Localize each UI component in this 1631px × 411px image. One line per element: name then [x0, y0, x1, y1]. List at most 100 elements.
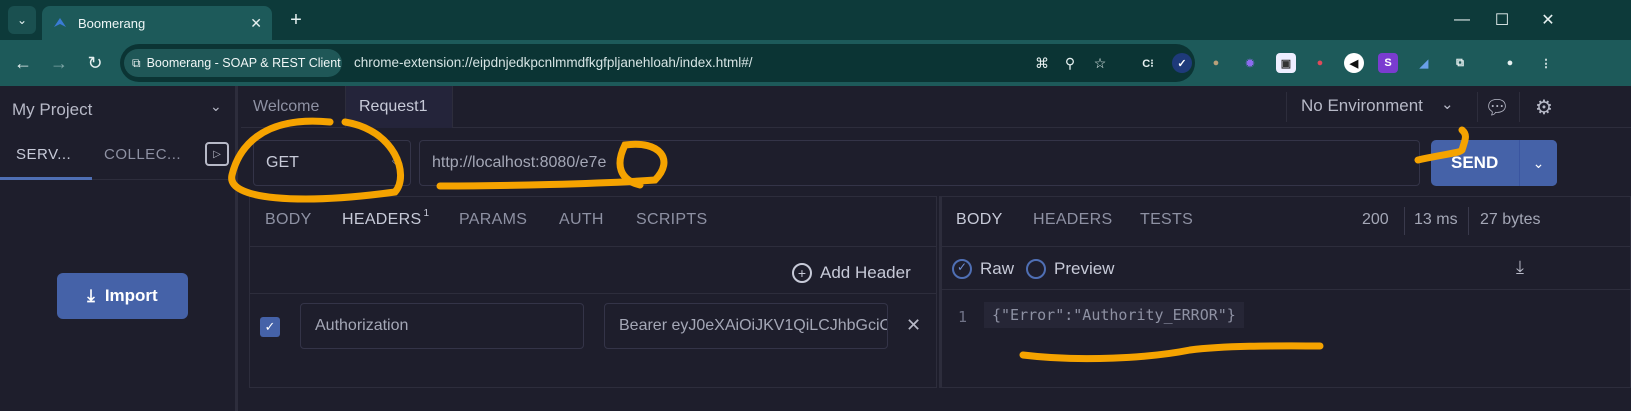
- extension-boomerang-icon[interactable]: ◢: [1414, 53, 1434, 73]
- extension-puzzle-icon: ⧉: [132, 55, 141, 70]
- raw-radio[interactable]: [952, 259, 972, 279]
- send-options-chevron-icon[interactable]: ⌄: [1519, 140, 1557, 186]
- site-info-chip[interactable]: ⧉ Boomerang - SOAP & REST Client: [124, 49, 342, 77]
- extension-check-icon[interactable]: ✓: [1172, 53, 1192, 73]
- divider: [1519, 92, 1520, 122]
- tab-headers[interactable]: HEADERS 1: [342, 208, 430, 229]
- download-icon[interactable]: ⤓: [1516, 257, 1524, 278]
- boomerang-app: My Project ⌄ SERV... COLLEC... ▷ ⤓ Impor…: [0, 86, 1631, 411]
- tab-response-body[interactable]: BODY: [956, 211, 1003, 229]
- remove-header-icon[interactable]: ✕: [906, 315, 921, 336]
- extension-square-icon[interactable]: ▣: [1276, 53, 1296, 73]
- url-text: chrome-extension://eipdnjedkpcnlmmdfkgfp…: [354, 55, 753, 70]
- tab-welcome[interactable]: Welcome: [253, 98, 319, 116]
- status-code: 200: [1362, 211, 1389, 228]
- response-subtabs: BODY HEADERS TESTS 200 13 ms 27 bytes: [942, 197, 1630, 247]
- translate-icon[interactable]: ⌘: [1032, 53, 1052, 73]
- import-label: Import: [104, 286, 158, 305]
- site-chip-label: Boomerang - SOAP & REST Client: [146, 56, 341, 70]
- settings-gear-icon[interactable]: ⚙: [1529, 92, 1559, 122]
- request-subtabs: BODY HEADERS 1 PARAMS AUTH SCRIPTS: [250, 197, 936, 247]
- tab-params[interactable]: PARAMS: [459, 211, 527, 229]
- request-url-text: http://localhost:8080/e7e: [432, 154, 607, 171]
- divider: [1286, 92, 1287, 122]
- add-header-label: Add Header: [820, 263, 911, 282]
- tab-scripts[interactable]: SCRIPTS: [636, 211, 707, 229]
- extension-c-icon[interactable]: C⁝: [1138, 53, 1158, 73]
- header-value-input[interactable]: Bearer eyJ0eXAiOiJKV1QiLCJhbGciOiJIUzI1N…: [604, 303, 888, 349]
- preview-label[interactable]: Preview: [1054, 259, 1114, 279]
- sidebar: My Project ⌄ SERV... COLLEC... ▷ ⤓ Impor…: [0, 86, 238, 411]
- sidebar-tabs: SERV... COLLEC... ▷: [0, 128, 238, 180]
- new-tab-icon[interactable]: +: [284, 8, 308, 32]
- profile-icon[interactable]: ●: [1500, 53, 1520, 73]
- response-body-text: {"Error":"Authority_ERROR"}: [984, 302, 1244, 328]
- header-key-input[interactable]: Authorization: [300, 303, 584, 349]
- maximize-icon[interactable]: ☐: [1490, 8, 1514, 32]
- divider: [1404, 207, 1405, 235]
- request-panel: BODY HEADERS 1 PARAMS AUTH SCRIPTS + Add …: [249, 196, 937, 388]
- close-window-icon[interactable]: ✕: [1536, 8, 1560, 32]
- request-url-input[interactable]: http://localhost:8080/e7e: [419, 140, 1420, 186]
- extension-s-icon[interactable]: S: [1378, 53, 1398, 73]
- minimize-icon[interactable]: —: [1450, 8, 1474, 32]
- add-header-button[interactable]: + Add Header: [792, 263, 911, 283]
- tab-collections[interactable]: COLLEC...: [104, 146, 181, 163]
- raw-label[interactable]: Raw: [980, 259, 1014, 279]
- bookmark-star-icon[interactable]: ☆: [1090, 53, 1110, 73]
- import-button[interactable]: ⤓ Import: [57, 273, 188, 319]
- method-select[interactable]: GET ◇: [253, 140, 411, 186]
- response-time: 13 ms: [1414, 211, 1458, 228]
- header-key-text: Authorization: [315, 317, 409, 334]
- reload-icon[interactable]: ↻: [82, 50, 108, 76]
- browser-menu-icon[interactable]: ⋮: [1536, 53, 1556, 73]
- project-selector[interactable]: My Project: [12, 100, 92, 120]
- environment-selector[interactable]: No Environment: [1301, 96, 1423, 116]
- forward-icon[interactable]: →: [46, 50, 72, 76]
- address-bar[interactable]: ⧉ Boomerang - SOAP & REST Client chrome-…: [120, 44, 1195, 82]
- import-icon: ⤓: [87, 286, 95, 305]
- tab-auth[interactable]: AUTH: [559, 211, 604, 229]
- tab-search-chevron-icon[interactable]: ⌄: [8, 6, 36, 34]
- zoom-icon[interactable]: ⚲: [1060, 53, 1080, 73]
- tab-response-tests[interactable]: TESTS: [1140, 211, 1193, 229]
- tab-services[interactable]: SERV...: [16, 146, 71, 163]
- extension-arrow-icon[interactable]: ◀: [1344, 53, 1364, 73]
- header-value-text: Bearer eyJ0eXAiOiJKV1QiLCJhbGciOiJIUzI1N…: [619, 317, 887, 334]
- run-collection-icon[interactable]: ▷: [205, 142, 229, 166]
- header-enabled-checkbox[interactable]: ✓: [260, 317, 280, 337]
- tab-headers-label: HEADERS: [342, 211, 422, 228]
- close-tab-icon[interactable]: ✕: [250, 15, 262, 32]
- method-chevron-icon: ◇: [392, 155, 401, 167]
- extension-acorn-icon[interactable]: ●: [1206, 53, 1226, 73]
- boomerang-favicon-icon: [54, 18, 66, 27]
- extension-red-icon[interactable]: ●: [1310, 53, 1330, 73]
- headers-count: 1: [423, 208, 430, 219]
- tab-request1[interactable]: Request1: [359, 98, 428, 116]
- response-size: 27 bytes: [1480, 211, 1541, 228]
- response-panel: BODY HEADERS TESTS 200 13 ms 27 bytes Ra…: [939, 196, 1631, 388]
- divider: [1477, 92, 1478, 122]
- browser-tab-title: Boomerang: [78, 15, 146, 31]
- project-chevron-icon[interactable]: ⌄: [210, 98, 222, 115]
- extensions-puzzle-icon[interactable]: ⧉: [1450, 53, 1470, 73]
- line-number: 1: [958, 308, 968, 326]
- browser-titlebar: ⌄ Boomerang ✕ + — ☐ ✕: [0, 0, 1631, 40]
- response-body-editor[interactable]: 1 {"Error":"Authority_ERROR"}: [942, 289, 1630, 387]
- tab-response-headers[interactable]: HEADERS: [1033, 211, 1112, 229]
- preview-radio[interactable]: [1026, 259, 1046, 279]
- send-label: SEND: [1451, 153, 1499, 172]
- browser-tab[interactable]: Boomerang ✕: [42, 6, 272, 40]
- tab-body[interactable]: BODY: [265, 211, 312, 229]
- active-tab-indicator: [0, 177, 92, 180]
- method-value: GET: [266, 154, 299, 171]
- back-icon[interactable]: ←: [10, 50, 36, 76]
- main-panel: Welcome Request1 No Environment ⌄ 💬︎ ⚙ G…: [241, 86, 1631, 411]
- feedback-chat-icon[interactable]: 💬︎: [1482, 92, 1512, 122]
- request-tabs: Welcome Request1 No Environment ⌄ 💬︎ ⚙: [241, 86, 1631, 128]
- extension-gear-icon[interactable]: ✹: [1240, 53, 1260, 73]
- environment-chevron-icon[interactable]: ⌄: [1441, 95, 1454, 113]
- add-circle-icon: +: [792, 263, 812, 283]
- divider: [1468, 207, 1469, 235]
- divider: [250, 293, 936, 294]
